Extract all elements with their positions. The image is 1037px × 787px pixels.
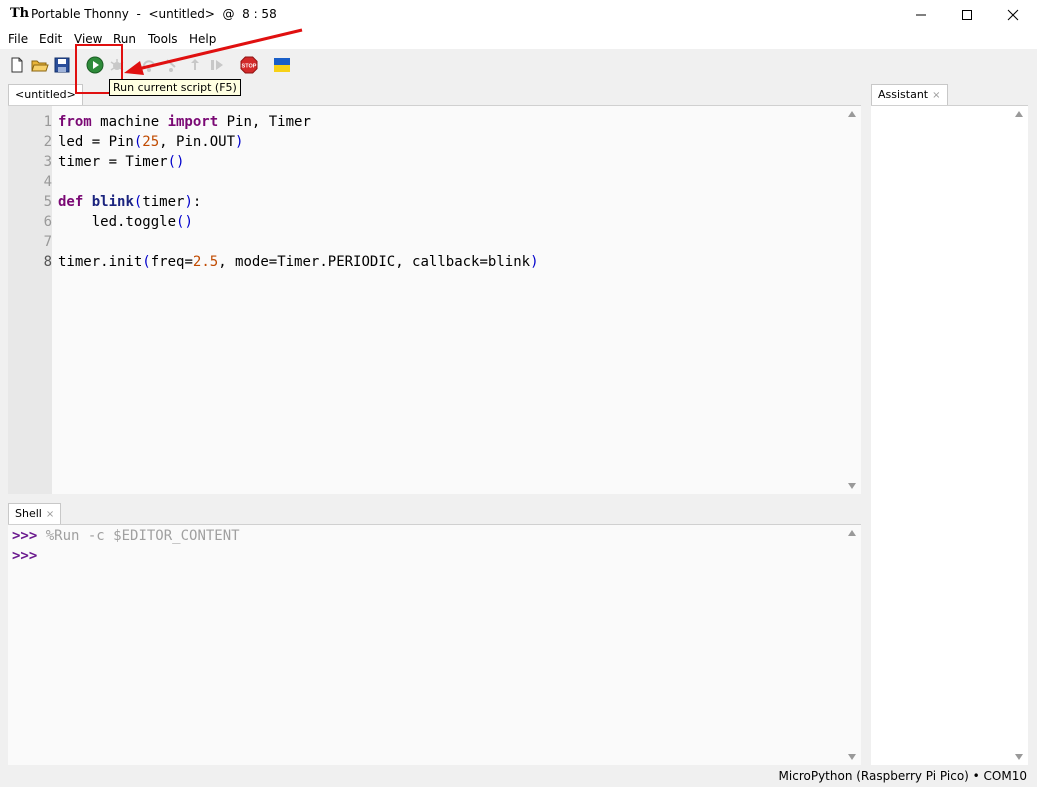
close-window-button[interactable] xyxy=(990,0,1036,29)
line-number: 6 xyxy=(43,214,52,230)
code-line: def blink(timer): xyxy=(58,194,202,210)
tab-assistant[interactable]: Assistant × xyxy=(871,84,948,106)
status-bar: MicroPython (Raspberry Pi Pico) • COM10 xyxy=(0,765,1037,787)
code-line: timer.init(freq=2.5, mode=Timer.PERIODIC… xyxy=(58,254,539,270)
shell-command: %Run -c $EDITOR_CONTENT xyxy=(45,528,240,544)
tab-shell[interactable]: Shell × xyxy=(8,503,62,525)
line-number: 2 xyxy=(43,134,52,150)
tab-untitled-label: <untitled> xyxy=(15,88,76,101)
thonny-logo-icon: Th xyxy=(10,6,30,21)
shell-prompt: >>> xyxy=(12,528,38,544)
maximize-icon xyxy=(962,9,972,20)
assistant-scrollbar[interactable] xyxy=(1011,106,1028,765)
tab-shell-label: Shell xyxy=(15,507,42,520)
interpreter-status[interactable]: MicroPython (Raspberry Pi Pico) • COM10 xyxy=(779,769,1027,783)
maximize-button[interactable] xyxy=(944,0,990,29)
code-editor[interactable]: 1 2 3 4 5 6 7 8 from machine import Pin,… xyxy=(8,105,861,494)
close-icon xyxy=(1007,9,1019,20)
line-number-gutter: 1 2 3 4 5 6 7 8 xyxy=(8,106,52,494)
minimize-button[interactable] xyxy=(898,0,944,29)
scroll-down-icon[interactable] xyxy=(848,483,856,489)
save-icon xyxy=(54,57,70,73)
scroll-up-icon[interactable] xyxy=(1015,111,1023,117)
code-line: from machine import Pin, Timer xyxy=(58,114,311,130)
shell-panel[interactable]: >>> %Run -c $EDITOR_CONTENT >>> xyxy=(8,524,861,765)
scroll-down-icon[interactable] xyxy=(1015,754,1023,760)
open-file-button[interactable] xyxy=(31,56,49,74)
editor-scrollbar[interactable] xyxy=(844,106,861,494)
line-number: 3 xyxy=(43,154,52,170)
shell-prompt: >>> xyxy=(12,548,38,564)
new-file-button[interactable] xyxy=(8,56,26,74)
close-tab-icon[interactable]: × xyxy=(932,90,940,101)
annotation-arrow-icon xyxy=(124,28,303,75)
line-number: 4 xyxy=(43,174,52,190)
save-button[interactable] xyxy=(53,56,71,74)
line-number: 1 xyxy=(43,114,52,130)
run-tooltip: Run current script (F5) xyxy=(109,79,241,96)
shell-input-line[interactable]: >>> xyxy=(12,548,37,564)
open-folder-icon xyxy=(31,60,49,72)
line-number-current: 8 xyxy=(43,254,52,270)
menu-edit[interactable]: Edit xyxy=(39,32,62,46)
line-number: 7 xyxy=(43,234,52,250)
code-line: led.toggle() xyxy=(58,214,193,230)
scroll-up-icon[interactable] xyxy=(848,111,856,117)
code-line: timer = Timer() xyxy=(58,154,185,170)
menu-file[interactable]: File xyxy=(8,32,28,46)
line-number: 5 xyxy=(43,194,52,210)
shell-history-line: >>> %Run -c $EDITOR_CONTENT xyxy=(12,528,240,544)
tab-untitled[interactable]: <untitled> xyxy=(8,84,83,106)
window-title: Portable Thonny - <untitled> @ 8 : 58 xyxy=(31,7,277,21)
assistant-panel xyxy=(871,105,1028,765)
shell-scrollbar[interactable] xyxy=(844,525,861,765)
scroll-up-icon[interactable] xyxy=(848,530,856,536)
close-tab-icon[interactable]: × xyxy=(46,509,54,520)
tab-assistant-label: Assistant xyxy=(878,88,929,101)
code-line: led = Pin(25, Pin.OUT) xyxy=(58,134,244,150)
new-file-icon xyxy=(11,57,23,73)
scroll-down-icon[interactable] xyxy=(848,754,856,760)
minimize-icon xyxy=(916,14,926,15)
